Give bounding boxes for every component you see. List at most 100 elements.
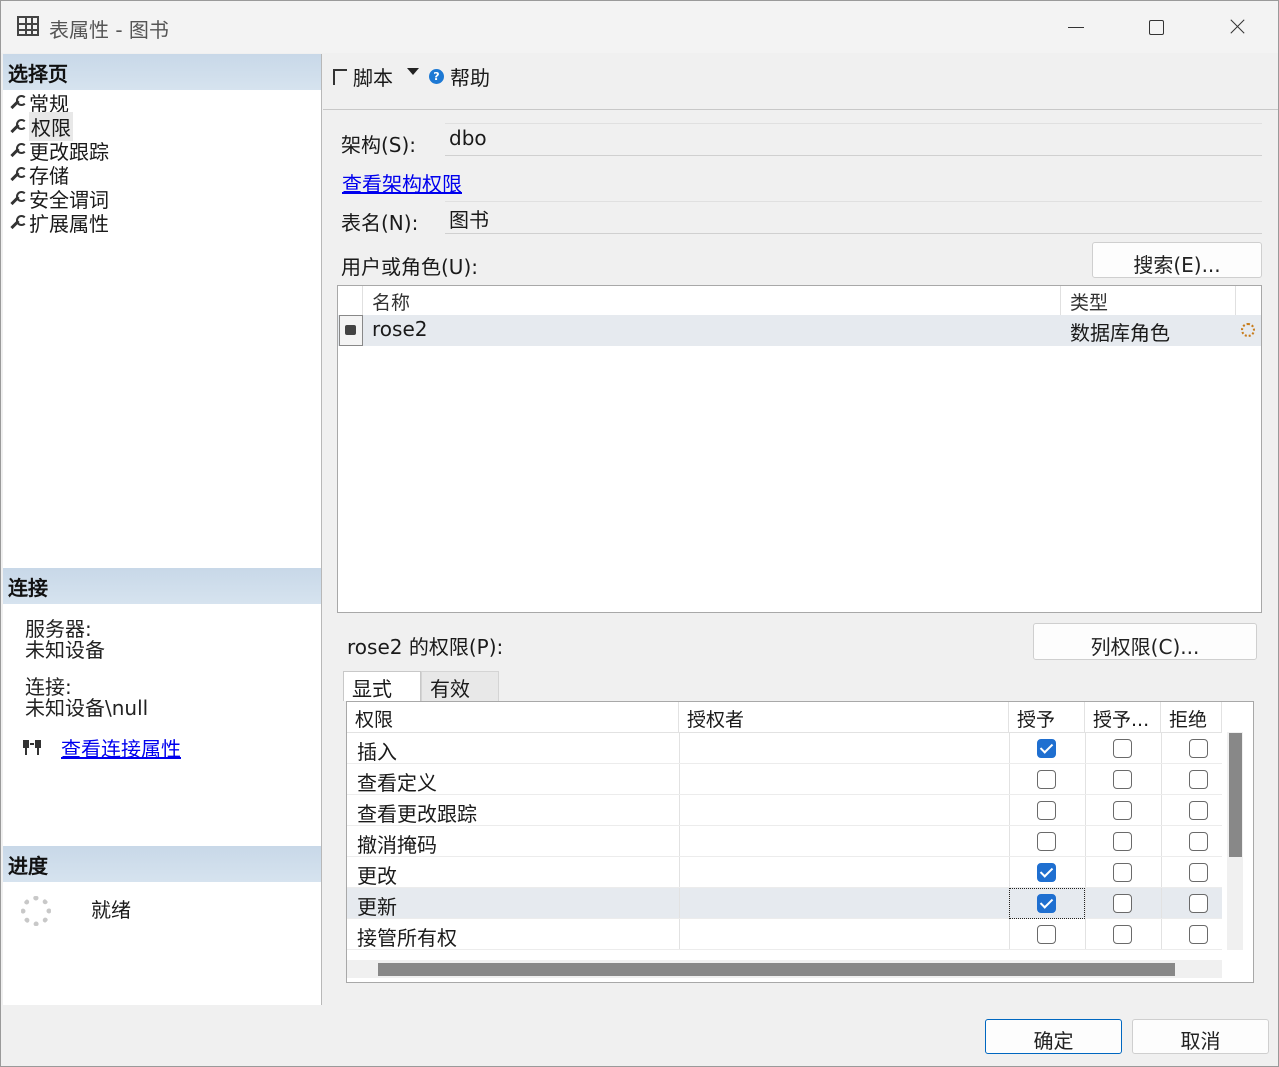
deny-checkbox[interactable] [1189,832,1208,851]
cancel-button[interactable]: 取消 [1132,1019,1269,1054]
column-header-with-grant[interactable]: 授予... [1085,702,1161,733]
grant-checkbox[interactable] [1037,925,1056,944]
with-grant-checkbox[interactable] [1113,894,1132,913]
deny-checkbox[interactable] [1189,925,1208,944]
select-page-header: 选择页 [3,54,321,90]
grant-checkbox[interactable] [1037,832,1056,851]
connection-label: 连接: [25,675,72,699]
permission-name: 更改 [357,864,397,888]
grant-checkbox[interactable] [1037,739,1056,758]
table-row[interactable]: 更改 [347,857,1222,888]
deny-checkbox[interactable] [1189,739,1208,758]
column-header-type[interactable]: 类型 [1061,286,1236,315]
column-header-grant[interactable]: 授予 [1009,702,1085,733]
permission-name: 查看更改跟踪 [357,802,477,826]
script-label: 脚本 [353,66,393,90]
column-permissions-button[interactable]: 列权限(C)... [1033,623,1257,660]
table-row[interactable]: 撤消掩码 [347,826,1222,857]
wrench-icon [9,190,27,206]
database-role-icon [339,315,363,346]
vertical-scrollbar[interactable] [1227,732,1243,950]
search-button[interactable]: 搜索(E)... [1092,242,1262,278]
ok-button[interactable]: 确定 [985,1019,1122,1054]
schema-field[interactable]: dbo [445,123,1262,156]
user-type: 数据库角色 [1070,321,1170,345]
toolbar: 脚本 ? 帮助 [323,54,1278,110]
server-label: 服务器: [25,617,92,641]
grant-checkbox[interactable] [1037,863,1056,882]
grant-checkbox[interactable] [1037,801,1056,820]
deny-checkbox[interactable] [1189,863,1208,882]
column-header-name[interactable]: 名称 [363,286,1061,315]
permission-name: 查看定义 [357,771,437,795]
users-roles-grid: 名称 类型 rose2 数据库角色 [337,285,1262,613]
user-name: rose2 [372,317,428,341]
chevron-down-icon[interactable] [407,68,419,75]
wrench-icon [9,94,27,110]
schema-label: 架构(S): [341,133,417,157]
nav-item-security-predicates[interactable]: 安全谓词 [9,186,109,212]
close-button[interactable] [1196,1,1276,53]
nav-item-storage[interactable]: 存储 [9,162,69,188]
column-header-deny[interactable]: 拒绝 [1161,702,1222,733]
script-icon [333,68,347,85]
title-bar[interactable]: 表属性 - 图书 [1,1,1278,53]
grant-checkbox[interactable] [1037,894,1056,913]
permission-name: 插入 [357,740,397,764]
table-row[interactable]: 更新 [347,888,1222,919]
help-button[interactable]: ? 帮助 [429,62,490,91]
deny-checkbox[interactable] [1189,801,1208,820]
table-row[interactable]: 插入 [347,733,1222,764]
nav-item-extended-properties[interactable]: 扩展属性 [9,210,109,236]
with-grant-checkbox[interactable] [1113,739,1132,758]
nav-item-general[interactable]: 常规 [9,90,69,116]
nav-item-permissions[interactable]: 权限 [9,111,73,141]
table-row[interactable]: 查看定义 [347,764,1222,795]
table-row[interactable]: 接管所有权 [347,919,1222,950]
with-grant-checkbox[interactable] [1113,863,1132,882]
permissions-grid: 权限 授权者 授予 授予... 拒绝 插入 查看定义 查看更改跟踪 撤消掩码 更… [346,701,1254,983]
plug-icon [23,740,41,755]
table-row[interactable]: rose2 数据库角色 [338,315,1261,346]
permission-name: 撤消掩码 [357,833,437,857]
maximize-button[interactable] [1116,1,1196,53]
connection-value: 未知设备\null [25,696,149,720]
tab-explicit[interactable]: 显式 [343,671,421,701]
vertical-scroll-thumb[interactable] [1229,733,1242,857]
permission-name: 更新 [357,895,397,919]
help-label: 帮助 [450,66,490,90]
window-title: 表属性 - 图书 [49,18,169,42]
left-panel: 选择页 常规 权限 更改跟踪 存储 安全谓词 扩展属性 连接 服务器: 未知设备… [3,54,322,1005]
wrench-icon [9,142,27,158]
minimize-button[interactable] [1036,1,1116,53]
deny-checkbox[interactable] [1189,770,1208,789]
progress-status: 就绪 [91,898,131,922]
progress-header: 进度 [3,846,321,882]
connection-header: 连接 [3,568,321,604]
table-row[interactable]: 查看更改跟踪 [347,795,1222,826]
with-grant-checkbox[interactable] [1113,770,1132,789]
progress-spinner-icon [21,896,51,926]
tab-effective[interactable]: 有效 [421,671,499,701]
table-properties-window: 表属性 - 图书 选择页 常规 权限 更改跟踪 存储 安全谓词 扩展属性 连接 … [0,0,1279,1067]
with-grant-checkbox[interactable] [1113,832,1132,851]
table-name-field[interactable]: 图书 [445,201,1262,234]
column-header-grantor[interactable]: 授权者 [679,702,1009,733]
wrench-icon [9,166,27,182]
table-name-label: 表名(N): [341,211,419,235]
server-value: 未知设备 [25,638,105,662]
role-properties-icon[interactable] [1241,323,1255,337]
permission-name: 接管所有权 [357,926,457,950]
wrench-icon [9,118,27,134]
horizontal-scroll-thumb[interactable] [378,963,1175,976]
grant-checkbox[interactable] [1037,770,1056,789]
column-header-permission[interactable]: 权限 [347,702,679,733]
view-schema-permissions-link[interactable]: 查看架构权限 [342,168,462,197]
nav-item-change-tracking[interactable]: 更改跟踪 [9,138,109,164]
with-grant-checkbox[interactable] [1113,801,1132,820]
deny-checkbox[interactable] [1189,894,1208,913]
horizontal-scrollbar[interactable] [347,960,1222,978]
with-grant-checkbox[interactable] [1113,925,1132,944]
script-button[interactable]: 脚本 [333,62,393,91]
view-connection-properties-link[interactable]: 查看连接属性 [61,733,181,762]
